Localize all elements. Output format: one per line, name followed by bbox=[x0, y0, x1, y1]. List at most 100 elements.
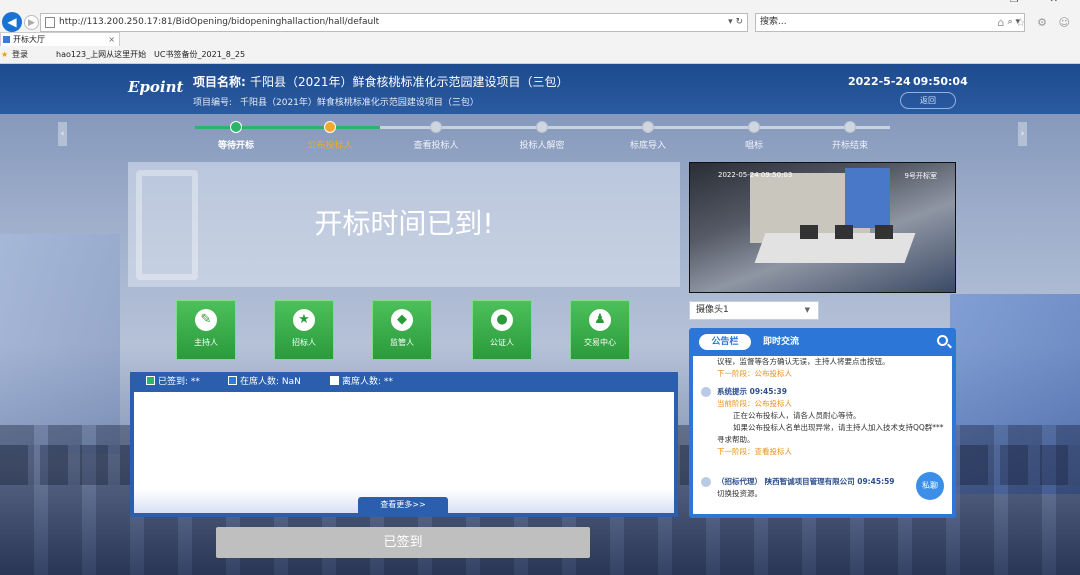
bid-opening-hall: Epoint 项目名称: 千阳县（2021年）鲜食核桃标准化示范园建设项目（三包… bbox=[0, 64, 1080, 575]
favorite-hao123[interactable]: hao123_上网从这里开始 bbox=[56, 47, 146, 63]
role-button-trading-center[interactable]: ♟ 交易中心 bbox=[570, 300, 630, 360]
video-camera-name: 9号开标室 bbox=[904, 172, 937, 180]
chevron-right-icon[interactable]: › bbox=[1018, 122, 1027, 146]
step-dot bbox=[324, 121, 336, 133]
supervisor-icon: ◆ bbox=[391, 309, 413, 331]
epoint-logo: Epoint bbox=[128, 78, 184, 96]
step-dot bbox=[642, 121, 654, 133]
navigation-bar: ◀ ▶ http://113.200.250.17:81/BidOpening/… bbox=[0, 10, 1080, 34]
step-track-done bbox=[195, 126, 380, 129]
forward-icon[interactable]: ▶ bbox=[24, 15, 39, 30]
private-chat-button[interactable]: 私聊 bbox=[916, 472, 944, 500]
search-input[interactable]: 搜索... ⌕ ▾ bbox=[755, 13, 1025, 32]
tab-bulletin[interactable]: 公告栏 bbox=[699, 334, 751, 350]
tab-strip: 开标大厅 × bbox=[0, 32, 1080, 46]
check-icon bbox=[228, 376, 237, 385]
avatar bbox=[701, 477, 711, 487]
trading-center-icon: ♟ bbox=[589, 309, 611, 331]
absent-count: 离席人数: ** bbox=[330, 372, 393, 392]
signed-text: 已签到: ** bbox=[158, 377, 200, 387]
tab-bid-hall[interactable]: 开标大厅 × bbox=[0, 32, 120, 46]
signed-button[interactable]: 已签到 bbox=[216, 527, 590, 558]
message-line: 正在公布投标人，请各人员耐心等待。 bbox=[733, 411, 861, 420]
favorite-uc-backup[interactable]: UC书签备份_2021_8_25 bbox=[154, 47, 245, 63]
message-next: 下一阶段：查看投标人 bbox=[717, 447, 792, 456]
banner-title: 开标时间已到! bbox=[314, 207, 494, 240]
step-label: 查看投标人 bbox=[413, 141, 459, 151]
chevron-left-icon[interactable]: ‹ bbox=[58, 122, 67, 146]
role-label: 交易中心 bbox=[584, 338, 616, 347]
return-button[interactable]: 返回 bbox=[900, 92, 956, 109]
address-tools-icon[interactable]: ▾ ↻ bbox=[728, 14, 743, 31]
camera-video[interactable]: 2022-05-24 09:50:03 9号开标室 bbox=[689, 162, 956, 293]
present-count: 在席人数: NaN bbox=[228, 372, 301, 392]
favorites-bar: ★ 登录 hao123_上网从这里开始 UC书签备份_2021_8_25 bbox=[0, 47, 1080, 63]
signed-count: 已签到: ** bbox=[146, 372, 200, 392]
present-text: 在席人数: NaN bbox=[240, 377, 301, 387]
project-no: 千阳县（2021年）鲜食核桃标准化示范园建设项目（三包） bbox=[240, 98, 479, 108]
address-url: http://113.200.250.17:81/BidOpening/bido… bbox=[59, 17, 380, 27]
page-icon bbox=[45, 17, 55, 28]
toolbar-icons[interactable]: ⌂ ☆ ⚙ ☺ bbox=[997, 16, 1074, 29]
project-no-label: 项目编号: bbox=[193, 98, 233, 108]
step-label: 公布投标人 bbox=[307, 141, 353, 151]
role-label: 主持人 bbox=[194, 338, 218, 347]
video-monitor bbox=[835, 225, 853, 239]
check-icon bbox=[146, 376, 155, 385]
role-button-host[interactable]: ✎ 主持人 bbox=[176, 300, 236, 360]
avatar bbox=[701, 387, 711, 397]
role-button-notary[interactable]: ● 公证人 bbox=[472, 300, 532, 360]
message-next: 下一阶段：公布投标人 bbox=[717, 369, 792, 378]
message-sender: （招标代理） 陕西智诚项目管理有限公司 09:45:59 bbox=[717, 477, 895, 486]
back-icon[interactable]: ◀ bbox=[2, 12, 22, 32]
role-label: 监管人 bbox=[390, 338, 414, 347]
chevron-down-icon: ▼ bbox=[804, 306, 810, 314]
message-line: 议程，监督等各方确认无误，主持人将要点击按钮。 bbox=[717, 357, 890, 366]
star-icon[interactable]: ★ bbox=[1, 47, 8, 63]
current-time: 09:50:04 bbox=[913, 75, 968, 88]
search-placeholder: 搜索... bbox=[760, 17, 787, 27]
step-label: 投标人解密 bbox=[519, 141, 565, 151]
camera-select-value: 摄像头1 bbox=[696, 305, 729, 315]
project-name-label: 项目名称: bbox=[193, 75, 246, 89]
step-dot bbox=[430, 121, 442, 133]
notice-messages: 议程，监督等各方确认无误，主持人将要点击按钮。 下一阶段：公布投标人 系统提示 … bbox=[693, 356, 952, 514]
message-line: 寻求帮助。 bbox=[717, 435, 755, 444]
project-name: 千阳县（2021年）鲜食核桃标准化示范园建设项目（三包） bbox=[250, 75, 569, 89]
tenderer-icon: ★ bbox=[293, 309, 315, 331]
tab-title: 开标大厅 bbox=[13, 35, 45, 44]
video-window bbox=[845, 168, 890, 228]
search-icon[interactable] bbox=[937, 335, 948, 346]
favorite-login[interactable]: 登录 bbox=[12, 47, 28, 63]
check-icon bbox=[330, 376, 339, 385]
address-bar[interactable]: http://113.200.250.17:81/BidOpening/bido… bbox=[40, 13, 748, 32]
video-timestamp: 2022-05-24 09:50:03 bbox=[718, 171, 793, 179]
role-buttons: ✎ 主持人 ★ 招标人 ◆ 监管人 ● 公证人 ♟ 交易中心 bbox=[176, 300, 636, 362]
step-label: 唱标 bbox=[744, 141, 763, 151]
window-controls[interactable]: – ❐ ✕ bbox=[973, 0, 1072, 5]
role-label: 公证人 bbox=[490, 338, 514, 347]
see-more-button[interactable]: 查看更多>> bbox=[358, 497, 448, 513]
role-button-tenderer[interactable]: ★ 招标人 bbox=[274, 300, 334, 360]
browser-chrome: – ❐ ✕ ◀ ▶ http://113.200.250.17:81/BidOp… bbox=[0, 0, 1080, 64]
status-banner: 开标时间已到! bbox=[128, 162, 680, 287]
background-window bbox=[0, 234, 120, 454]
step-dot bbox=[536, 121, 548, 133]
video-monitor bbox=[875, 225, 893, 239]
signin-stats: 已签到: ** 在席人数: NaN 离席人数: ** bbox=[130, 372, 678, 392]
message-sender: 系统提示 09:45:39 bbox=[717, 387, 787, 396]
message-stage: 当前阶段：公布投标人 bbox=[717, 399, 792, 408]
step-label: 标底导入 bbox=[629, 141, 666, 151]
notary-icon: ● bbox=[491, 309, 513, 331]
message-line: 切换投资源。 bbox=[717, 489, 762, 498]
current-date: 2022-5-24 bbox=[848, 75, 911, 88]
app-header: Epoint 项目名称: 千阳县（2021年）鲜食核桃标准化示范园建设项目（三包… bbox=[0, 64, 1080, 114]
step-dot bbox=[844, 121, 856, 133]
tab-instant-chat[interactable]: 即时交流 bbox=[763, 334, 799, 350]
host-icon: ✎ bbox=[195, 309, 217, 331]
camera-select[interactable]: 摄像头1 ▼ bbox=[689, 301, 819, 320]
progress-steps: 等待开标 公布投标人 查看投标人 投标人解密 标底导入 唱标 开标结束 bbox=[195, 121, 890, 154]
close-icon[interactable]: × bbox=[108, 33, 115, 46]
role-button-supervisor[interactable]: ◆ 监管人 bbox=[372, 300, 432, 360]
role-label: 招标人 bbox=[292, 338, 316, 347]
